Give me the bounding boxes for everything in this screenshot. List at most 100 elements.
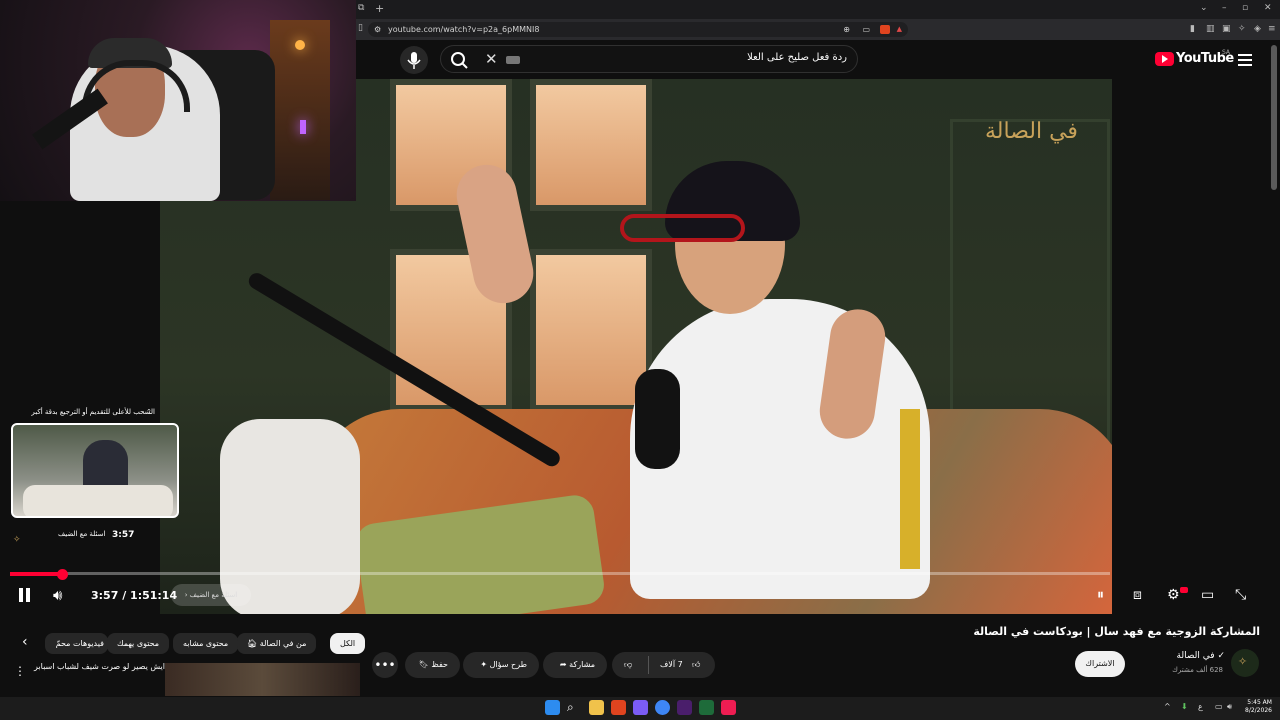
play-triangle-icon [1162, 55, 1168, 63]
search-icon [451, 52, 468, 69]
seek-preview-thumbnail [11, 423, 179, 518]
time-display: 3:57 / 1:51:14 [91, 589, 178, 602]
video-title: المشاركة الزوجية مع فهد سال | بودكاست في… [973, 625, 1260, 638]
close-icon[interactable]: ✕ [1264, 3, 1272, 13]
drag-hint: السحب للأعلى للتقديم أو الترجيع بدقة أكب… [31, 408, 155, 416]
chip-similar[interactable]: محتوى مشابه [173, 633, 239, 654]
like-icon[interactable]: 👍︎ [692, 652, 700, 678]
like-count[interactable]: 7 آلاف [660, 652, 683, 678]
recommendation-title[interactable]: ايش يصير لو صرت شيف لشباب اسبابر [30, 662, 165, 671]
more-actions-button[interactable]: ••• [372, 652, 398, 678]
cast-icon[interactable]: ▭ [862, 22, 870, 37]
volume-tray-icon[interactable]: 🔊︎ [1227, 702, 1232, 712]
progress-bar[interactable] [10, 572, 1110, 575]
recommendation-menu-icon[interactable]: ⋮ [14, 664, 26, 678]
hamburger-menu-icon[interactable] [1238, 54, 1252, 69]
voice-search-button[interactable] [400, 46, 428, 74]
site-settings-icon[interactable]: ⚙ [374, 22, 381, 37]
channel-mini-logo-icon: ✧ [13, 535, 21, 545]
lamp [900, 409, 920, 569]
share-icon: ➦ [559, 660, 567, 669]
language-indicator[interactable]: ع [1198, 702, 1203, 711]
discord-icon[interactable] [633, 700, 648, 715]
chevron-down-icon[interactable]: ⌄ [1200, 3, 1208, 13]
channel-emoji-icon: 🏠︎ [247, 639, 258, 648]
start-menu-icon[interactable] [545, 700, 560, 715]
screenshot-icon[interactable]: ▣ [1222, 24, 1231, 34]
tiktok-icon[interactable] [721, 700, 736, 715]
plus-icon[interactable]: + [375, 2, 384, 15]
search-input[interactable]: ردة فعل صليح على العلا [560, 52, 847, 63]
maximize-icon[interactable]: ▫ [1242, 3, 1248, 13]
dislike-icon[interactable]: 👎︎ [624, 652, 632, 678]
subscriber-count: 628 ألف مشترك [1172, 666, 1223, 674]
share-button[interactable]: مشاركة ➦ [543, 652, 607, 678]
divider [648, 656, 649, 674]
file-explorer-icon[interactable] [589, 700, 604, 715]
glasses [620, 214, 745, 242]
bookmark-save-icon: 🔖︎ [418, 660, 429, 669]
subscribe-button[interactable]: الاشتراك [1075, 651, 1125, 677]
progress-played [10, 572, 62, 576]
menu-icon[interactable]: ≡ [1268, 24, 1276, 34]
tab-strip-icon[interactable]: ⧉ [358, 3, 364, 13]
recommendation-thumbnail[interactable] [165, 663, 360, 696]
settings-gear-icon[interactable]: ⚙ [1167, 587, 1180, 603]
like-dislike-group: 👎︎ 7 آلاف 👍︎ [612, 652, 715, 678]
search-taskbar-icon[interactable]: ⌕ [567, 700, 582, 715]
extensions-icon[interactable]: ✧ [1238, 24, 1246, 34]
webcam-overlay [0, 0, 356, 201]
preview-sofa [23, 485, 173, 516]
fullscreen-icon[interactable]: ⤡ [1235, 587, 1246, 603]
brave-browser-icon[interactable] [611, 700, 626, 715]
tray-chevron-icon[interactable]: ^ [1164, 702, 1171, 711]
system-clock[interactable]: 5:45 AM 8/2/2026 [1245, 699, 1272, 715]
nvidia-icon[interactable]: ⬇ [1181, 702, 1188, 711]
channel-avatar[interactable]: ✧ [1231, 649, 1259, 677]
preview-time: 3:57 [112, 530, 135, 540]
keyboard-icon[interactable] [506, 56, 520, 64]
theater-mode-icon[interactable]: ▭ [1201, 587, 1214, 603]
ask-button[interactable]: طرح سؤال ✦ [463, 652, 539, 678]
save-button[interactable]: حفظ 🔖︎ [405, 652, 460, 678]
address-bar[interactable]: ⚙ youtube.com/watch?v=p2a_6pMMNI8 ⊕ ▭ ▲ [368, 22, 908, 37]
chip-for-you[interactable]: محتوى يهمك [107, 633, 170, 654]
minimize-icon[interactable]: – [1222, 3, 1227, 13]
ask-label: طرح سؤال [489, 660, 527, 669]
volume-icon[interactable]: 🔊︎ [53, 586, 62, 604]
chip-scroll-left-icon[interactable]: ‹ [22, 634, 28, 650]
channel-name[interactable]: ✓ في الصالة [1135, 651, 1225, 661]
chip-all[interactable]: الكل [330, 633, 366, 654]
premiere-icon[interactable] [677, 700, 692, 715]
chip-recent[interactable]: فيديوهات محمّ [45, 633, 108, 654]
vpn-icon[interactable]: ◈ [1254, 24, 1261, 34]
zoom-icon[interactable]: ⊕ [843, 22, 850, 37]
sidebar-icon[interactable]: ▯ [358, 23, 363, 33]
bookmark-icon[interactable]: ▮ [1190, 24, 1195, 34]
podcast-microphone [635, 369, 680, 469]
search-button[interactable] [447, 50, 473, 70]
chip-from-channel[interactable]: من في الصالة 🏠︎ [237, 633, 317, 654]
background-window [530, 249, 652, 411]
excel-icon[interactable] [699, 700, 714, 715]
reader-icon[interactable]: ▥ [1206, 24, 1215, 34]
chip-label: من في الصالة [259, 639, 307, 648]
scrollbar-thumb[interactable] [1271, 45, 1277, 190]
chrome-icon[interactable] [655, 700, 670, 715]
display-icon[interactable]: ▭ [1215, 702, 1223, 711]
autoplay-toggle-icon[interactable]: ⏸ [1097, 587, 1104, 603]
progress-scrubber[interactable] [57, 569, 68, 580]
clock-date: 8/2/2026 [1245, 707, 1272, 714]
purple-light [300, 120, 306, 134]
clear-search-icon[interactable]: ✕ [485, 50, 498, 68]
clock-time: 5:45 AM [1247, 699, 1272, 706]
chapter-label: اسئلة مع الضيف [189, 591, 238, 599]
microphone-icon [407, 52, 421, 69]
subtitles-icon[interactable]: ⧈ [1133, 587, 1142, 603]
pause-button[interactable] [18, 588, 32, 602]
channel-logo-icon: ✧ [1238, 655, 1248, 668]
chapter-button[interactable]: اسئلة مع الضيف ‹ [171, 584, 251, 606]
pause-icon [19, 588, 23, 602]
brave-shield-icon[interactable] [880, 25, 890, 34]
rewards-icon[interactable]: ▲ [897, 22, 902, 37]
